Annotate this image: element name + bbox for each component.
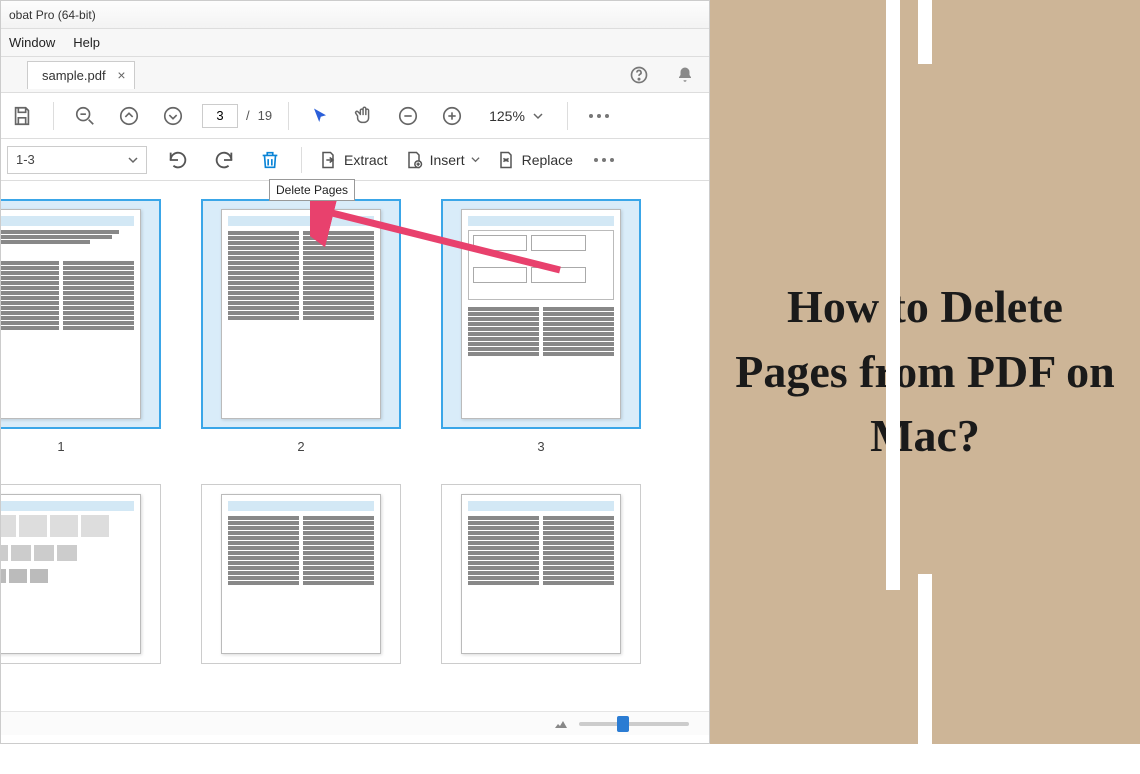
acrobat-window: obat Pro (64-bit) Window Help sample.pdf… bbox=[0, 0, 710, 744]
page-thumbnail-4[interactable] bbox=[1, 484, 161, 664]
zoom-value: 125% bbox=[489, 108, 525, 124]
current-page-input[interactable] bbox=[202, 104, 238, 128]
page-range-select[interactable]: 1-3 bbox=[7, 146, 147, 174]
rotate-ccw-icon[interactable] bbox=[163, 145, 193, 175]
insert-label: Insert bbox=[430, 152, 465, 168]
save-icon[interactable] bbox=[7, 101, 37, 131]
menu-bar: Window Help bbox=[1, 29, 709, 57]
pointer-icon[interactable] bbox=[305, 101, 335, 131]
decorative-rule bbox=[918, 0, 932, 64]
slider-thumb[interactable] bbox=[617, 716, 629, 732]
thumbnail-zoom-slider[interactable] bbox=[579, 722, 689, 726]
close-icon[interactable]: × bbox=[117, 67, 125, 83]
thumbnail-size-small-icon[interactable] bbox=[553, 718, 569, 730]
bell-icon[interactable] bbox=[673, 63, 697, 87]
menu-help[interactable]: Help bbox=[73, 35, 100, 50]
total-pages: 19 bbox=[258, 108, 272, 123]
zoom-plus-icon[interactable] bbox=[437, 101, 467, 131]
page-up-icon[interactable] bbox=[114, 101, 144, 131]
page-thumbnail-1[interactable] bbox=[1, 199, 161, 429]
replace-button[interactable]: Replace bbox=[496, 150, 573, 170]
rotate-cw-icon[interactable] bbox=[209, 145, 239, 175]
page-number: 3 bbox=[537, 439, 544, 454]
window-titlebar: obat Pro (64-bit) bbox=[1, 1, 709, 29]
extract-button[interactable]: Extract bbox=[318, 150, 388, 170]
page-thumbnail-5[interactable] bbox=[201, 484, 401, 664]
more-tools-icon[interactable] bbox=[589, 145, 619, 175]
tab-strip: sample.pdf × bbox=[1, 57, 709, 93]
menu-window[interactable]: Window bbox=[9, 35, 55, 50]
page-sep: / bbox=[246, 108, 250, 123]
organize-toolbar: 1-3 Extract Insert bbox=[1, 139, 709, 181]
zoom-slider-bar bbox=[1, 711, 709, 735]
help-icon[interactable] bbox=[627, 63, 651, 87]
replace-label: Replace bbox=[522, 152, 573, 168]
hand-icon[interactable] bbox=[349, 101, 379, 131]
page-down-icon[interactable] bbox=[158, 101, 188, 131]
main-toolbar: / 19 125% bbox=[1, 93, 709, 139]
delete-tooltip: Delete Pages bbox=[269, 179, 355, 201]
extract-label: Extract bbox=[344, 152, 388, 168]
delete-pages-button[interactable] bbox=[255, 145, 285, 175]
document-tab[interactable]: sample.pdf × bbox=[27, 61, 135, 89]
tab-label: sample.pdf bbox=[42, 68, 106, 83]
zoom-select[interactable]: 125% bbox=[481, 106, 551, 126]
decorative-rule bbox=[886, 0, 900, 590]
zoom-out-icon[interactable] bbox=[70, 101, 100, 131]
range-value: 1-3 bbox=[16, 152, 35, 167]
page-thumbnail-6[interactable] bbox=[441, 484, 641, 664]
page-number: 2 bbox=[297, 439, 304, 454]
article-headline: How to Delete Pages from PDF on Mac? bbox=[710, 275, 1140, 468]
page-indicator: / 19 bbox=[202, 104, 272, 128]
page-number: 1 bbox=[57, 439, 64, 454]
more-icon[interactable] bbox=[584, 101, 614, 131]
annotation-arrow bbox=[310, 200, 570, 280]
zoom-minus-icon[interactable] bbox=[393, 101, 423, 131]
decorative-rule bbox=[918, 574, 932, 774]
insert-button[interactable]: Insert bbox=[404, 150, 480, 170]
article-title-panel: How to Delete Pages from PDF on Mac? bbox=[710, 0, 1140, 744]
window-title: obat Pro (64-bit) bbox=[9, 8, 96, 22]
